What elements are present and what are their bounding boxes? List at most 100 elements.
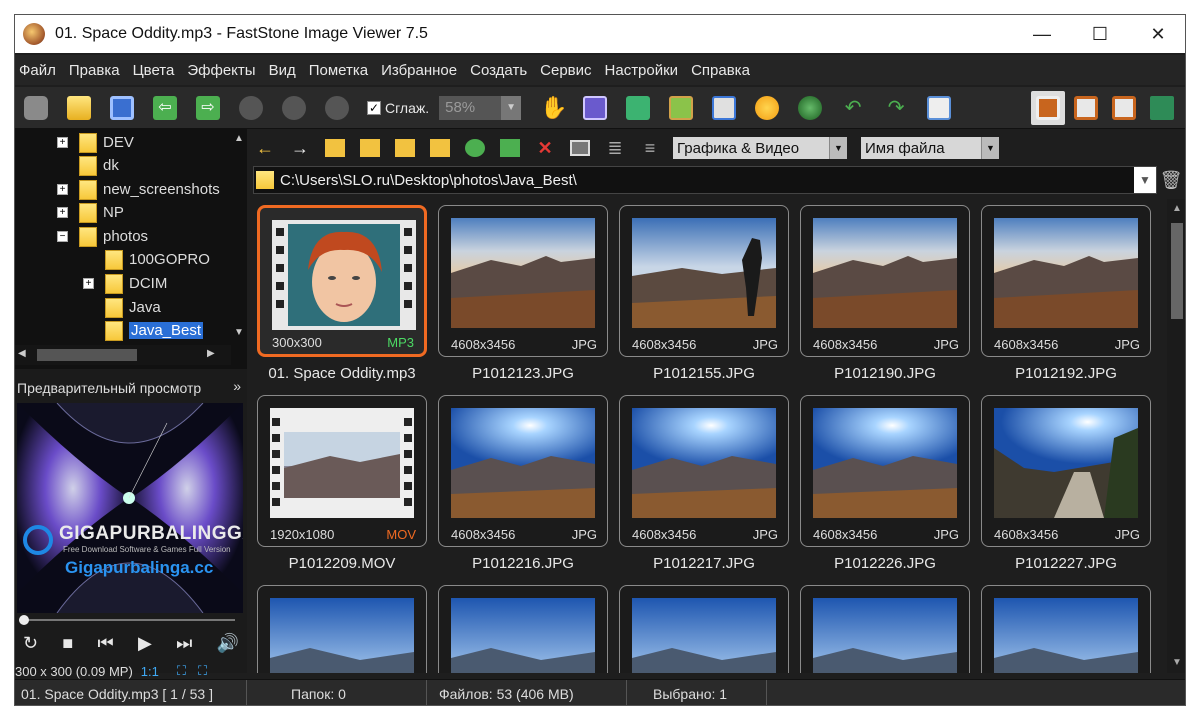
sort-select[interactable]: Имя файла ▼ [861, 137, 999, 159]
thumbnail-card[interactable]: 4608x3456 JPG [981, 395, 1151, 547]
batch-convert-icon[interactable] [621, 91, 655, 125]
fullscreen-icon[interactable] [1145, 91, 1179, 125]
tree-horizontal-scrollbar[interactable]: ◀ ▶ [15, 345, 231, 365]
menu-tools[interactable]: Сервис [540, 62, 591, 79]
detail-view-icon[interactable] [568, 136, 592, 160]
stop-icon[interactable]: ■ [62, 633, 73, 654]
thumbnails-view-icon[interactable] [1031, 91, 1065, 125]
hand-icon[interactable]: ✋ [535, 91, 569, 125]
camera-icon[interactable] [19, 91, 53, 125]
thumbnail-filename[interactable]: P1012217.JPG [619, 555, 789, 572]
menu-help[interactable]: Справка [691, 62, 750, 79]
zoom-select[interactable]: 58% ▼ [439, 95, 522, 120]
menu-edit[interactable]: Правка [69, 62, 120, 79]
seek-knob[interactable] [19, 615, 29, 625]
forward-icon[interactable]: → [288, 136, 312, 160]
browser-view-icon[interactable] [1069, 91, 1103, 125]
thumbnail-card[interactable]: 4608x3456 JPG [800, 395, 970, 547]
next-icon[interactable]: ⇨ [191, 91, 225, 125]
smooth-checkbox[interactable]: ✓ [367, 100, 381, 115]
file-type-filter[interactable]: Графика & Видео ▼ [673, 137, 847, 159]
collapse-icon[interactable]: − [57, 231, 68, 242]
path-bar[interactable]: C:\Users\SLO.ru\Desktop\photos\Java_Best… [253, 166, 1157, 194]
save-icon[interactable] [105, 91, 139, 125]
wallpaper-icon[interactable] [793, 91, 827, 125]
menu-view[interactable]: Вид [269, 62, 296, 79]
menu-create[interactable]: Создать [470, 62, 527, 79]
scrollbar-thumb[interactable] [1171, 223, 1183, 319]
grid-vertical-scrollbar[interactable]: ▲ ▼ [1167, 199, 1185, 673]
chevron-down-icon[interactable]: ▼ [501, 95, 522, 120]
back-icon[interactable]: ← [253, 136, 277, 160]
refresh-icon[interactable] [358, 136, 382, 160]
thumbnail-filename[interactable]: P1012227.JPG [981, 555, 1151, 572]
scroll-up-icon[interactable]: ▲ [1171, 203, 1183, 215]
thumbnail-card[interactable]: 4608x3456 JPG [800, 205, 970, 357]
thumbnail-card[interactable] [438, 585, 608, 673]
thumbnail-filename[interactable]: 01. Space Oddity.mp3 [257, 365, 427, 382]
smooth-toggle[interactable]: ✓ Сглаж. [367, 100, 429, 116]
tree-item-java[interactable]: Java [105, 296, 161, 319]
next-track-icon[interactable]: ⏭ [176, 633, 192, 654]
menu-colors[interactable]: Цвета [133, 62, 175, 79]
resize-icon[interactable] [707, 91, 741, 125]
crop-icon[interactable] [664, 91, 698, 125]
tree-vertical-scrollbar[interactable]: ▲ ▼ [231, 129, 247, 345]
thumbnail-card[interactable]: 4608x3456 JPG [438, 205, 608, 357]
menu-effects[interactable]: Эффекты [187, 62, 255, 79]
delete-icon[interactable]: ✕ [533, 136, 557, 160]
rotate-right-icon[interactable]: ↷ [879, 91, 913, 125]
thumbnail-filename[interactable]: P1012123.JPG [438, 365, 608, 382]
fit-icon[interactable]: ⛶ [177, 663, 186, 679]
tile-view-icon[interactable]: ≡ [638, 136, 662, 160]
thumbnail-filename[interactable]: P1012155.JPG [619, 365, 789, 382]
compare-icon[interactable] [922, 91, 956, 125]
thumbnail-card[interactable]: 1920x1080 MOV [257, 395, 427, 547]
open-folder-icon[interactable] [62, 91, 96, 125]
tree-item-photos[interactable]: − photos [57, 225, 148, 248]
thumbnail-card[interactable] [257, 585, 427, 673]
thumbnail-card[interactable] [981, 585, 1151, 673]
scroll-down-icon[interactable]: ▼ [234, 327, 244, 338]
tree-item-dcim[interactable]: + DCIM [83, 272, 167, 295]
minimize-button[interactable]: — [1013, 15, 1071, 53]
tree-item-np[interactable]: + NP [57, 201, 124, 224]
slideshow-icon[interactable] [578, 91, 612, 125]
previous-icon[interactable]: ⇦ [148, 91, 182, 125]
thumbnail-card[interactable] [800, 585, 970, 673]
thumbnail-card[interactable]: 4608x3456 JPG [619, 395, 789, 547]
scroll-up-icon[interactable]: ▲ [234, 133, 244, 144]
thumbnail-card[interactable] [619, 585, 789, 673]
maximize-button[interactable]: ☐ [1071, 15, 1129, 53]
chevron-down-icon[interactable]: ▼ [829, 137, 847, 159]
menu-favorites[interactable]: Избранное [381, 62, 457, 79]
tree-item-dk[interactable]: dk [79, 154, 119, 177]
menu-tag[interactable]: Пометка [309, 62, 368, 79]
chevron-down-icon[interactable]: ▼ [981, 137, 999, 159]
tree-item-java-best[interactable]: Java_Best [105, 319, 204, 342]
thumbnail-card[interactable]: 4608x3456 JPG [438, 395, 608, 547]
zoom-in-icon[interactable] [234, 91, 268, 125]
fullscreen-preview-icon[interactable]: ⛶ [198, 663, 207, 679]
image-view-icon[interactable] [1107, 91, 1141, 125]
list-view-icon[interactable]: ≣ [603, 136, 627, 160]
menu-settings[interactable]: Настройки [605, 62, 679, 79]
preview-header[interactable]: Предварительный просмотр » [15, 375, 247, 401]
scroll-right-icon[interactable]: ▶ [207, 348, 215, 359]
copy-icon[interactable] [463, 136, 487, 160]
path-input[interactable]: C:\Users\SLO.ru\Desktop\photos\Java_Best… [280, 172, 577, 189]
volume-icon[interactable]: 🔊 [217, 633, 239, 654]
trash-icon[interactable]: 🗑 [1160, 167, 1183, 193]
scroll-left-icon[interactable]: ◀ [18, 348, 26, 359]
repeat-icon[interactable]: ↻ [23, 633, 38, 654]
actual-size-icon[interactable] [320, 91, 354, 125]
zoom-ratio[interactable]: 1:1 [141, 664, 159, 679]
new-folder-icon[interactable] [393, 136, 417, 160]
thumbnail-filename[interactable]: P1012190.JPG [800, 365, 970, 382]
thumbnail-card[interactable]: 4608x3456 JPG [619, 205, 789, 357]
thumbnail-filename[interactable]: P1012226.JPG [800, 555, 970, 572]
zoom-out-icon[interactable] [277, 91, 311, 125]
expand-icon[interactable]: + [57, 137, 68, 148]
thumbnail-filename[interactable]: P1012216.JPG [438, 555, 608, 572]
thumbnail-filename[interactable]: P1012192.JPG [981, 365, 1151, 382]
